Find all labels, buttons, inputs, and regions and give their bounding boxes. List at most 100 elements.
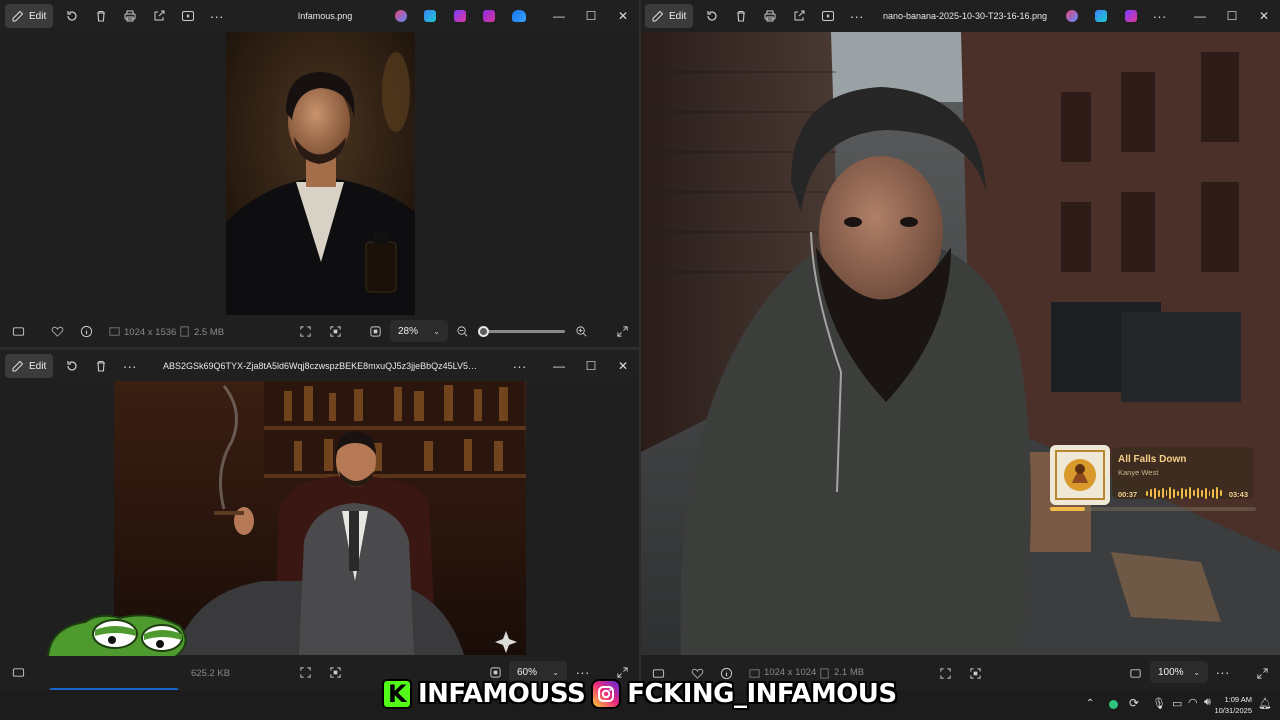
fit-to-window-icon[interactable] bbox=[1127, 665, 1143, 681]
file-size: 2.5 MB bbox=[194, 327, 225, 338]
instagram-logo-icon bbox=[591, 679, 622, 709]
crop-icon[interactable] bbox=[297, 323, 313, 339]
chevron-down-icon: ⌄ bbox=[433, 326, 440, 336]
zoom-level: 100% bbox=[1158, 666, 1184, 678]
print-icon[interactable] bbox=[115, 4, 144, 28]
zoom-level: 28% bbox=[398, 325, 419, 337]
sync-icon[interactable]: ⟳ bbox=[1129, 696, 1139, 710]
kick-handle: INFAMOUSS bbox=[418, 679, 586, 709]
delete-icon[interactable] bbox=[726, 4, 755, 28]
compare-icon[interactable] bbox=[327, 664, 343, 680]
zoom-slider-thumb[interactable] bbox=[477, 326, 489, 337]
print-icon[interactable] bbox=[755, 4, 784, 28]
favorite-heart-icon[interactable] bbox=[49, 323, 65, 339]
more-options-icon[interactable]: ··· bbox=[842, 4, 871, 28]
more-options-icon[interactable]: ··· bbox=[1145, 4, 1174, 28]
playback-progress-fill bbox=[1050, 507, 1086, 511]
photos-window-nano-banana: Edit ··· nano-banana-2025-10-30-T23-16-1… bbox=[641, 0, 1280, 690]
delete-icon[interactable] bbox=[86, 4, 115, 28]
edit-button[interactable]: Edit bbox=[5, 354, 54, 378]
file-size-icon bbox=[176, 323, 192, 339]
volume-icon[interactable]: 🔊︎ bbox=[1204, 696, 1211, 709]
slideshow-icon[interactable] bbox=[813, 4, 842, 28]
system-tray: ⌃ ⟳ 🎙︎ ▭ ◠ 🔊︎ 1:09 AM 10/31/2025 🔔︎ bbox=[1080, 690, 1280, 720]
file-size: 625.2 KB bbox=[191, 668, 231, 679]
zoom-in-icon[interactable] bbox=[573, 323, 589, 339]
minimize-button[interactable]: — bbox=[1184, 0, 1216, 32]
kick-letter: K bbox=[387, 680, 407, 708]
minimize-button[interactable]: — bbox=[543, 0, 575, 32]
edit-icon bbox=[12, 10, 24, 22]
designer-icon[interactable] bbox=[1095, 10, 1107, 22]
microphone-icon[interactable]: 🎙︎ bbox=[1152, 697, 1166, 710]
actual-size-icon[interactable] bbox=[367, 323, 383, 339]
title-bar: Edit ··· nano-banana-2025-10-30-T23-16-1… bbox=[641, 0, 1280, 32]
status-dot-icon[interactable] bbox=[1109, 700, 1118, 709]
total-time: 03:43 bbox=[1228, 490, 1248, 499]
edit-button[interactable]: Edit bbox=[645, 4, 694, 28]
zoom-slider[interactable] bbox=[477, 326, 565, 337]
window-title: nano-banana-2025-10-30-T23-16-16.png bbox=[882, 11, 1048, 21]
compare-icon[interactable] bbox=[327, 323, 343, 339]
designer-icon[interactable] bbox=[424, 10, 436, 22]
chevron-down-icon: ⌄ bbox=[1193, 667, 1200, 677]
slideshow-icon[interactable] bbox=[173, 4, 202, 28]
more-options-icon[interactable]: ··· bbox=[1208, 660, 1237, 684]
edit-button[interactable]: Edit bbox=[5, 4, 54, 28]
network-icon[interactable]: ▭ bbox=[1172, 697, 1182, 710]
minimize-button[interactable]: — bbox=[543, 350, 575, 382]
crop-icon[interactable] bbox=[937, 665, 953, 681]
photos-window-infamous: Edit ··· Infamous.png — ☐ ✕ 1024 x 1536 … bbox=[0, 0, 639, 347]
more-options-icon[interactable]: ··· bbox=[505, 354, 534, 378]
copilot-icon[interactable] bbox=[1066, 10, 1078, 22]
fullscreen-icon[interactable] bbox=[614, 323, 630, 339]
close-button[interactable]: ✕ bbox=[607, 0, 639, 32]
delete-icon[interactable] bbox=[86, 354, 115, 378]
copilot-icon[interactable] bbox=[395, 10, 407, 22]
video-editor-icon[interactable] bbox=[483, 10, 495, 22]
zoom-out-icon[interactable] bbox=[454, 323, 470, 339]
more-options-icon[interactable]: ··· bbox=[202, 4, 231, 28]
portrait-photo bbox=[226, 32, 415, 316]
share-icon[interactable] bbox=[784, 4, 813, 28]
resolution-icon bbox=[106, 323, 122, 339]
share-icon[interactable] bbox=[144, 4, 173, 28]
maximize-button[interactable]: ☐ bbox=[1216, 0, 1248, 32]
playback-progress-bar bbox=[1050, 507, 1256, 511]
maximize-button[interactable]: ☐ bbox=[575, 350, 607, 382]
taskbar-clock[interactable]: 1:09 AM 10/31/2025 bbox=[1214, 694, 1252, 716]
clock-time: 1:09 AM bbox=[1224, 695, 1252, 704]
photos-window-cigar: Edit ··· ABS2GSk69Q6TYX-Zja8tA5ld6Wqj8cz… bbox=[0, 350, 639, 690]
zoom-level-dropdown[interactable]: 28% ⌄ bbox=[390, 320, 448, 342]
maximize-button[interactable]: ☐ bbox=[575, 0, 607, 32]
rotate-icon[interactable] bbox=[697, 4, 726, 28]
rotate-icon[interactable] bbox=[57, 4, 86, 28]
compare-icon[interactable] bbox=[967, 665, 983, 681]
info-icon[interactable] bbox=[78, 323, 94, 339]
more-options-icon[interactable]: ··· bbox=[115, 354, 144, 378]
close-button[interactable]: ✕ bbox=[1248, 0, 1280, 32]
image-resolution: 1024 x 1536 bbox=[124, 327, 177, 338]
elapsed-time: 00:37 bbox=[1118, 490, 1138, 499]
notification-bell-icon[interactable]: 🔔︎ bbox=[1258, 697, 1272, 710]
clock-date: 10/31/2025 bbox=[1214, 706, 1252, 715]
kick-logo-icon: K bbox=[382, 679, 412, 709]
onedrive-icon[interactable] bbox=[512, 10, 526, 22]
edit-label: Edit bbox=[29, 10, 47, 22]
rotate-icon[interactable] bbox=[57, 354, 86, 378]
filmstrip-icon[interactable] bbox=[10, 323, 26, 339]
clipchamp-icon[interactable] bbox=[454, 10, 466, 22]
now-playing-panel: All Falls Down Kanye West 00:37 03:43 bbox=[1112, 447, 1254, 499]
crop-icon[interactable] bbox=[297, 664, 313, 680]
fullscreen-icon[interactable] bbox=[1254, 665, 1270, 681]
close-button[interactable]: ✕ bbox=[607, 350, 639, 382]
window-title: ABS2GSk69Q6TYX-Zja8tA5ld6Wqj8czwspzBEKE8… bbox=[163, 361, 481, 371]
zoom-level-dropdown[interactable]: 100% ⌄ bbox=[1150, 661, 1208, 683]
edit-icon bbox=[652, 10, 664, 22]
chevron-up-icon[interactable]: ⌃ bbox=[1086, 698, 1094, 709]
edit-label: Edit bbox=[669, 10, 687, 22]
title-bar: Edit ··· Infamous.png — ☐ ✕ bbox=[0, 0, 639, 32]
wifi-icon[interactable]: ◠ bbox=[1188, 696, 1198, 709]
filmstrip-icon[interactable] bbox=[10, 664, 26, 680]
clipchamp-icon[interactable] bbox=[1125, 10, 1137, 22]
